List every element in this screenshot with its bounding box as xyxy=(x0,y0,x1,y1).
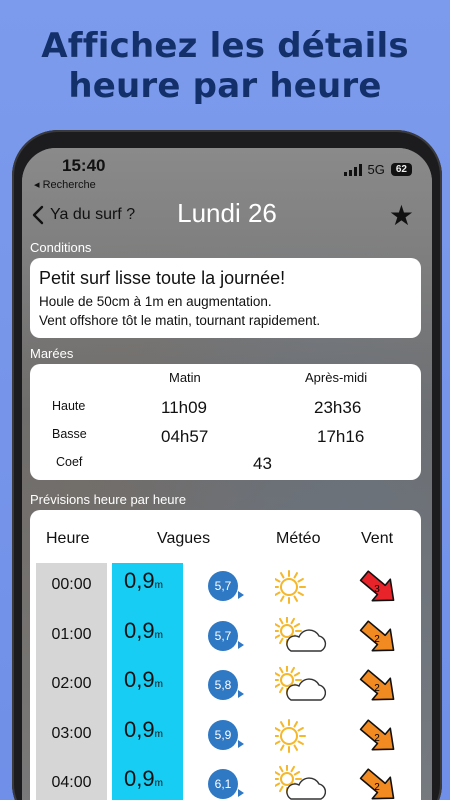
wave-unit: m xyxy=(154,778,163,789)
wind-force-label: 2 xyxy=(374,782,380,793)
app-screen: 15:40 ◂ Recherche 5G 62 Lundi 26 Ya du s… xyxy=(22,148,432,800)
status-indicators: 5G 62 xyxy=(343,162,412,177)
period-badge-pointer xyxy=(238,739,244,748)
status-time: 15:40 xyxy=(62,156,106,175)
status-bar: 15:40 ◂ Recherche 5G 62 xyxy=(22,148,432,194)
conditions-detail: Vent offshore tôt le matin, tournant rap… xyxy=(39,313,321,328)
tide-coef-label: Coef xyxy=(56,455,83,469)
sun-icon xyxy=(275,718,306,753)
chevron-left-icon[interactable] xyxy=(28,204,50,226)
forecast-header-waves: Vagues xyxy=(157,530,211,547)
sun-icon xyxy=(275,570,306,604)
forecast-card: Heure Vagues Météo Vent 00:00 0,9m 5,7 3 01:… xyxy=(30,510,421,800)
sun-cloud-icon xyxy=(275,616,327,652)
conditions-headline: Petit surf lisse toute la journée! xyxy=(39,268,286,288)
tide-row-label: Haute xyxy=(52,399,86,413)
wind-force-label: 3 xyxy=(374,584,380,595)
wind-arrow-icon: 2 xyxy=(359,619,395,651)
wind-arrow-icon: 2 xyxy=(359,718,395,750)
wave-unit: m xyxy=(154,728,163,740)
forecast-header-weather: Météo xyxy=(276,530,321,547)
tide-coef-value: 43 xyxy=(253,454,272,473)
swell-period-badge: 5,9 xyxy=(208,719,238,750)
tide-low-morning: 04h57 xyxy=(161,427,209,446)
promo-title: Affichez les détails heure par heure xyxy=(0,26,450,106)
forecast-header-wind: Vent xyxy=(361,530,394,547)
forecast-wave-height: 0,9m xyxy=(124,568,163,593)
forecast-hour: 02:00 xyxy=(51,675,92,692)
sun-cloud-icon xyxy=(275,765,327,800)
forecast-hour: 03:00 xyxy=(51,724,92,742)
swell-period-badge: 5,7 xyxy=(208,571,238,601)
back-button-label[interactable]: Ya du surf ? xyxy=(50,206,135,224)
back-to-app-link[interactable]: ◂ Recherche xyxy=(34,178,96,191)
wave-unit: m xyxy=(154,679,163,690)
tide-high-morning: 11h09 xyxy=(161,398,208,417)
wind-force-label: 2 xyxy=(374,634,380,645)
swell-period-badge: 5,7 xyxy=(208,620,238,651)
wave-unit: m xyxy=(154,629,163,641)
forecast-wave-height: 0,9m xyxy=(124,766,163,791)
forecast-hour: 00:00 xyxy=(51,576,92,593)
period-badge-pointer xyxy=(238,640,244,649)
network-type: 5G xyxy=(367,162,385,177)
period-badge-pointer xyxy=(238,591,244,599)
forecast-wave-height: 0,9m xyxy=(124,667,163,692)
wind-force-label: 2 xyxy=(374,733,380,744)
promo-title-line-2: heure par heure xyxy=(68,66,382,106)
tide-low-afternoon: 17h16 xyxy=(317,427,365,446)
forecast-wave-height: 0,9m xyxy=(124,617,163,643)
tide-header-afternoon: Après-midi xyxy=(305,370,368,385)
forecast-hour: 01:00 xyxy=(51,625,92,643)
period-badge-pointer xyxy=(238,690,244,698)
forecast-label: Prévisions heure par heure xyxy=(30,492,187,507)
conditions-detail: Houle de 50cm à 1m en augmentation. xyxy=(39,294,272,309)
wind-arrow-icon: 2 xyxy=(359,669,395,701)
battery-icon: 62 xyxy=(390,163,412,176)
nav-bar: Lundi 26 Ya du surf ? ★ xyxy=(22,196,432,236)
forecast-header-hour: Heure xyxy=(46,530,90,547)
promo-title-line-1: Affichez les détails xyxy=(41,26,409,66)
tide-header-morning: Matin xyxy=(169,370,201,385)
forecast-hour: 04:00 xyxy=(51,774,92,791)
swell-period-badge: 6,1 xyxy=(208,769,238,799)
tide-row-label: Basse xyxy=(52,427,87,441)
tide-high-afternoon: 23h36 xyxy=(314,398,362,417)
wind-force-label: 2 xyxy=(374,683,380,694)
wind-arrow-icon: 3 xyxy=(359,570,395,602)
forecast-wave-height: 0,9m xyxy=(124,716,163,742)
conditions-card: Petit surf lisse toute la journée! Houle… xyxy=(30,258,421,338)
conditions-label: Conditions xyxy=(30,240,92,255)
wind-arrow-icon: 2 xyxy=(359,768,395,800)
swell-period-badge: 5,8 xyxy=(208,670,238,700)
signal-icon xyxy=(343,163,362,176)
period-badge-pointer xyxy=(238,789,244,797)
favorite-star-icon[interactable]: ★ xyxy=(389,202,414,230)
sun-cloud-icon xyxy=(275,666,327,701)
tides-card: Matin Après-midi Haute 11h09 23h36 Basse… xyxy=(30,364,421,480)
tides-label: Marées xyxy=(30,346,74,361)
wave-unit: m xyxy=(154,580,163,591)
